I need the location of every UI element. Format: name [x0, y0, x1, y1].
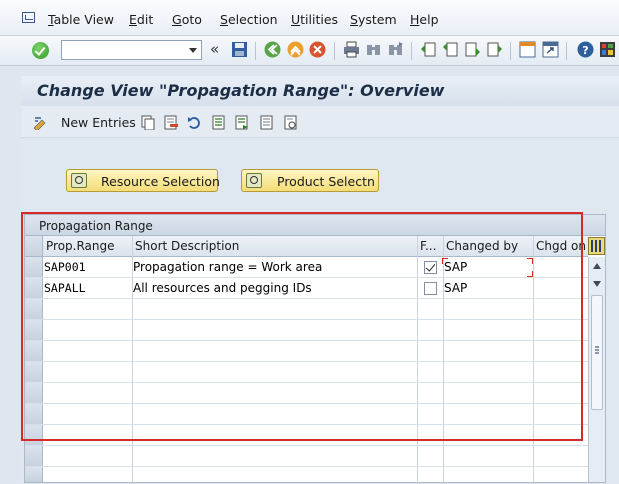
print-icon[interactable]: [343, 41, 360, 58]
toolbar-separator: [334, 42, 335, 60]
header-flag[interactable]: F...: [420, 239, 436, 253]
last-page-icon[interactable]: [486, 41, 503, 58]
table-row-empty[interactable]: [25, 341, 588, 362]
cell-short-description[interactable]: Propagation range = Work area: [133, 260, 322, 274]
create-session-icon[interactable]: [519, 41, 536, 58]
table-row-empty[interactable]: [25, 320, 588, 341]
deselect-all-icon[interactable]: [260, 115, 274, 130]
help-icon[interactable]: ?: [577, 41, 594, 58]
table-row-empty[interactable]: [25, 299, 588, 320]
application-toolbar: New Entries: [21, 106, 619, 138]
focus-corner: [527, 258, 533, 264]
toolbar-separator: [411, 42, 412, 60]
collapse-command-icon[interactable]: «: [210, 40, 219, 58]
product-selection-label: Product Selectn: [277, 174, 375, 189]
menu-bar: Table View Edit Goto Selection Utilities…: [0, 0, 619, 36]
undo-icon[interactable]: [187, 115, 201, 130]
focus-corner: [442, 258, 448, 264]
focus-corner: [527, 271, 533, 277]
table-row-empty[interactable]: [25, 425, 588, 446]
resource-selection-button[interactable]: Resource Selection: [66, 169, 220, 192]
row-selector[interactable]: [25, 320, 43, 340]
toolbar-separator: [566, 42, 567, 60]
select-all-rows-cell[interactable]: [25, 236, 43, 256]
row-selector[interactable]: [25, 446, 43, 466]
resource-selection-label: Resource Selection: [101, 174, 220, 189]
menu-utilities[interactable]: Utilities: [291, 12, 338, 27]
find-next-icon[interactable]: [387, 41, 404, 58]
previous-page-icon[interactable]: [442, 41, 459, 58]
row-selector[interactable]: [25, 257, 43, 277]
toolbar-separator: [255, 42, 256, 60]
delete-icon[interactable]: [164, 115, 178, 130]
scroll-up-icon[interactable]: [593, 263, 601, 269]
find-icon[interactable]: [365, 41, 382, 58]
system-menu-icon[interactable]: [22, 12, 35, 23]
table-row-empty[interactable]: [25, 362, 588, 383]
row-selector[interactable]: [25, 467, 43, 482]
table-row[interactable]: SAP001 Propagation range = Work area SAP: [25, 257, 588, 278]
cell-short-description[interactable]: All resources and pegging IDs: [133, 281, 312, 295]
select-block-icon[interactable]: [235, 115, 249, 130]
cell-prop-range: SAPALL: [44, 281, 86, 295]
table-row-empty[interactable]: [25, 383, 588, 404]
table-row-empty[interactable]: [25, 446, 588, 467]
cell-changed-by: SAP: [444, 281, 468, 295]
shortcut-icon[interactable]: [542, 41, 559, 58]
menu-table-view[interactable]: Table View: [48, 12, 114, 27]
next-page-icon[interactable]: [464, 41, 481, 58]
command-field[interactable]: [61, 40, 202, 60]
enter-icon[interactable]: [32, 42, 49, 59]
product-selection-button[interactable]: Product Selectn: [241, 169, 379, 192]
title-bar: Change View "Propagation Range": Overvie…: [21, 76, 619, 106]
table-row-empty[interactable]: [25, 404, 588, 425]
menu-system[interactable]: System: [350, 12, 397, 27]
table-header: Prop.Range Short Description F... Change…: [25, 236, 588, 257]
row-selector[interactable]: [25, 425, 43, 445]
customize-layout-icon[interactable]: [599, 41, 616, 58]
row-selector[interactable]: [25, 299, 43, 319]
header-changed-by[interactable]: Changed by: [446, 239, 518, 253]
row-selector[interactable]: [25, 404, 43, 424]
save-icon[interactable]: [231, 41, 248, 58]
exit-icon[interactable]: [287, 41, 304, 58]
menu-goto[interactable]: Goto: [172, 12, 202, 27]
scroll-down-icon[interactable]: [593, 281, 601, 287]
scroll-thumb[interactable]: [591, 295, 603, 410]
toolbar-separator: [510, 42, 511, 60]
back-icon[interactable]: [264, 41, 281, 58]
flag-checkbox[interactable]: [424, 282, 437, 295]
page-title: Change View "Propagation Range": Overvie…: [37, 81, 445, 100]
header-prop-range[interactable]: Prop.Range: [46, 239, 115, 253]
menu-edit[interactable]: Edit: [129, 12, 153, 27]
row-selector[interactable]: [25, 383, 43, 403]
row-selector[interactable]: [25, 362, 43, 382]
row-selector[interactable]: [25, 341, 43, 361]
flag-checkbox[interactable]: [424, 261, 437, 274]
table-row-empty[interactable]: [25, 467, 588, 482]
menu-selection[interactable]: Selection: [220, 12, 278, 27]
selection-icon: [71, 173, 87, 188]
new-entries-button[interactable]: New Entries: [61, 115, 136, 130]
svg-text:?: ?: [582, 44, 588, 57]
propagation-range-table: Propagation Range Prop.Range Short Descr…: [24, 214, 606, 484]
selection-icon: [246, 173, 262, 188]
grip-icon: [595, 346, 599, 354]
display-change-icon[interactable]: [33, 115, 47, 130]
header-short-description[interactable]: Short Description: [135, 239, 239, 253]
menu-help[interactable]: Help: [410, 12, 439, 27]
variant-icon[interactable]: [284, 115, 298, 130]
copy-as-icon[interactable]: [141, 115, 155, 130]
header-changed-on[interactable]: Chgd on: [536, 239, 586, 253]
select-all-icon[interactable]: [212, 115, 226, 130]
vertical-scrollbar[interactable]: [588, 257, 605, 482]
row-selector[interactable]: [25, 278, 43, 298]
table-title: Propagation Range: [25, 215, 605, 236]
table-row[interactable]: SAPALL All resources and pegging IDs SAP: [25, 278, 588, 299]
table-settings-icon[interactable]: [588, 237, 605, 255]
chevron-down-icon[interactable]: [189, 48, 197, 53]
cell-prop-range: SAP001: [44, 260, 86, 274]
cancel-icon[interactable]: [309, 41, 326, 58]
first-page-icon[interactable]: [420, 41, 437, 58]
